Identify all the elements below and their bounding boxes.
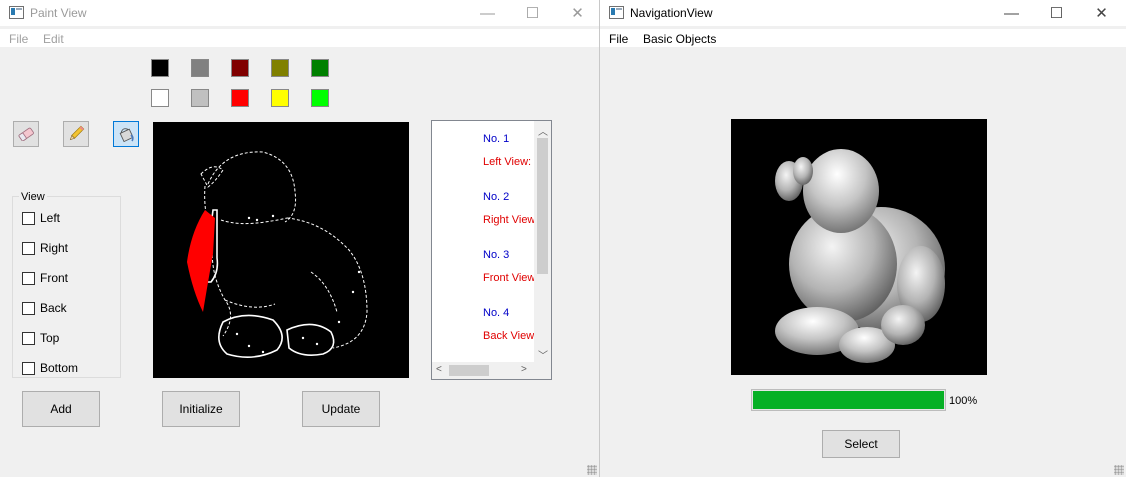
color-swatch[interactable] — [271, 59, 289, 77]
scroll-right-icon[interactable]: > — [521, 364, 527, 375]
list-item-view[interactable]: Right View — [483, 214, 535, 226]
paint-canvas[interactable] — [153, 122, 409, 378]
view-group-title: View — [19, 191, 47, 203]
color-swatch[interactable] — [151, 89, 169, 107]
checkbox-label: Top — [40, 331, 60, 345]
paint-view-window: Paint View — ☐ ✕ File Edit View Left Rig… — [0, 0, 600, 477]
scroll-up-icon[interactable]: ︿ — [538, 123, 548, 138]
app-window-icon — [9, 6, 24, 19]
list-item-number[interactable]: No. 1 — [483, 133, 509, 145]
checkbox-label: Bottom — [40, 361, 79, 375]
color-swatch[interactable] — [231, 89, 249, 107]
navigation-view-title: NavigationView — [630, 6, 713, 20]
checkbox-left[interactable]: Left — [22, 211, 60, 225]
horizontal-scroll-thumb[interactable] — [449, 365, 489, 376]
progress-fill — [753, 391, 944, 409]
list-item-number[interactable]: No. 4 — [483, 307, 509, 319]
resize-grip[interactable] — [587, 465, 597, 475]
list-item-number[interactable]: No. 3 — [483, 249, 509, 261]
color-swatch[interactable] — [311, 89, 329, 107]
eraser-icon — [18, 127, 34, 141]
color-swatch[interactable] — [271, 89, 289, 107]
close-button[interactable]: ✕ — [555, 0, 599, 26]
color-swatch[interactable] — [231, 59, 249, 77]
close-button[interactable]: ✕ — [1079, 0, 1124, 26]
paint-menubar: File Edit — [0, 29, 599, 47]
checkbox-label: Back — [40, 301, 67, 315]
menu-file[interactable]: File — [609, 32, 628, 46]
minimize-button[interactable]: — — [989, 0, 1034, 26]
scroll-down-icon[interactable]: ﹀ — [538, 347, 548, 362]
select-button[interactable]: Select — [822, 430, 900, 458]
menu-file[interactable]: File — [9, 32, 28, 46]
minimize-button[interactable]: — — [465, 0, 510, 26]
progress-label: 100% — [949, 395, 978, 407]
add-button[interactable]: Add — [22, 391, 100, 427]
update-button[interactable]: Update — [302, 391, 380, 427]
checkbox-box[interactable] — [22, 271, 35, 285]
color-swatch[interactable] — [151, 59, 169, 77]
paint-view-title: Paint View — [30, 6, 87, 20]
navigation-view-titlebar[interactable]: NavigationView — ☐ ✕ — [600, 0, 1126, 26]
maximize-button[interactable]: ☐ — [510, 0, 555, 26]
fill-tool-button[interactable] — [113, 121, 139, 147]
vertical-scroll-thumb[interactable] — [537, 138, 548, 274]
initialize-button[interactable]: Initialize — [162, 391, 240, 427]
resize-grip[interactable] — [1114, 465, 1124, 475]
paint-view-titlebar[interactable]: Paint View — ☐ ✕ — [0, 0, 599, 26]
color-swatch[interactable] — [191, 89, 209, 107]
color-swatch[interactable] — [311, 59, 329, 77]
navigation-menubar: File Basic Objects — [600, 29, 1126, 47]
navigation-view-window: NavigationView — ☐ ✕ File Basic Objects — [600, 0, 1126, 477]
checkbox-label: Front — [40, 271, 69, 285]
checkbox-right[interactable]: Right — [22, 241, 68, 255]
app-window-icon — [609, 6, 624, 19]
bunny-3d-render — [775, 149, 945, 363]
views-listbox[interactable]: No. 1 Left View: No. 2 Right View No. 3 … — [431, 120, 552, 380]
list-item-number[interactable]: No. 2 — [483, 191, 509, 203]
3d-render-view[interactable] — [731, 119, 987, 375]
paint-bucket-icon — [119, 128, 134, 143]
maximize-button[interactable]: ☐ — [1034, 0, 1079, 26]
scroll-left-icon[interactable]: < — [436, 364, 442, 375]
eraser-tool-button[interactable] — [13, 121, 39, 147]
list-item-view[interactable]: Left View: — [483, 156, 531, 168]
list-item-view[interactable]: Front View — [483, 272, 535, 284]
menu-basic-objects[interactable]: Basic Objects — [643, 32, 716, 46]
checkbox-box[interactable] — [22, 211, 35, 225]
checkbox-front[interactable]: Front — [22, 271, 68, 285]
scroll-corner — [534, 362, 551, 379]
progress-bar — [751, 389, 946, 411]
pencil-tool-button[interactable] — [63, 121, 89, 147]
bunny-edge-drawing — [187, 151, 368, 358]
checkbox-box[interactable] — [22, 301, 35, 315]
pencil-icon — [69, 125, 85, 141]
list-item-view[interactable]: Back View: — [483, 330, 537, 342]
checkbox-box[interactable] — [22, 331, 35, 345]
checkbox-box[interactable] — [22, 361, 35, 375]
vertical-scrollbar[interactable]: ︿ ﹀ — [534, 121, 551, 363]
checkbox-bottom[interactable]: Bottom — [22, 361, 78, 375]
checkbox-box[interactable] — [22, 241, 35, 255]
color-swatch[interactable] — [191, 59, 209, 77]
checkbox-label: Left — [40, 211, 61, 225]
checkbox-label: Right — [40, 241, 69, 255]
menu-edit[interactable]: Edit — [43, 32, 64, 46]
red-painted-region — [187, 210, 215, 312]
checkbox-top[interactable]: Top — [22, 331, 59, 345]
checkbox-back[interactable]: Back — [22, 301, 67, 315]
